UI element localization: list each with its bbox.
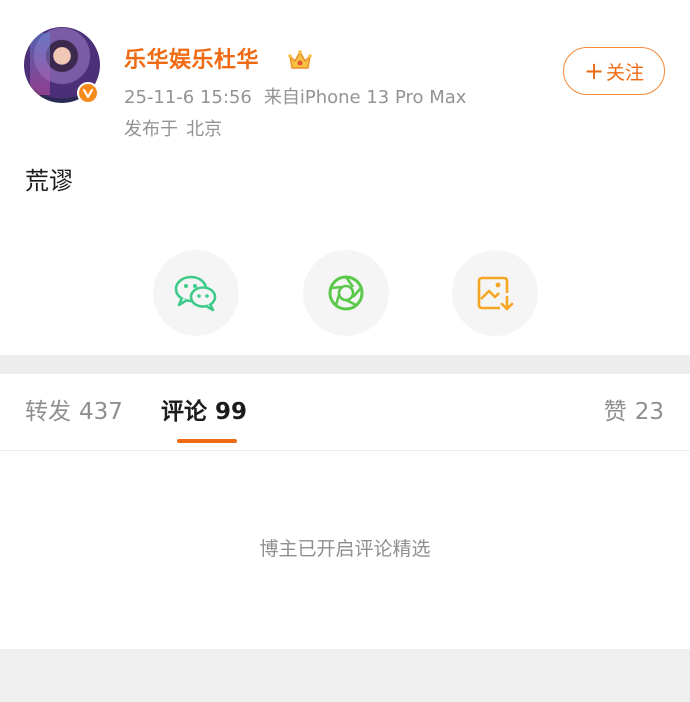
post-meta: 25-11-6 15:56 来自iPhone 13 Pro Max: [124, 84, 466, 112]
tab-likes-count: 23: [634, 399, 664, 425]
bottom-band: [0, 649, 690, 702]
save-image-button[interactable]: [452, 250, 538, 336]
active-tab-indicator: [177, 439, 237, 443]
follow-button[interactable]: + 关注: [563, 47, 665, 95]
post-source: 来自iPhone 13 Pro Max: [263, 87, 467, 108]
tabs-divider: [0, 450, 690, 451]
verified-v-icon: [77, 82, 99, 104]
interaction-tabs: 转发 437 评论 99 赞 23: [0, 374, 690, 450]
section-gap: [0, 355, 690, 374]
location-prefix: 发布于: [124, 119, 178, 140]
crown-icon[interactable]: [287, 47, 313, 73]
post-timestamp: 25-11-6 15:56: [124, 87, 252, 108]
comment-curation-notice: 博主已开启评论精选: [259, 538, 431, 560]
username[interactable]: 乐华娱乐杜华: [124, 46, 259, 76]
follow-label: 关注: [606, 61, 645, 84]
tab-forward-count: 437: [79, 399, 123, 425]
tab-comments[interactable]: 评论 99: [161, 396, 247, 428]
tab-comments-label: 评论: [161, 399, 207, 425]
plus-icon: +: [583, 57, 605, 85]
tab-likes-label: 赞: [603, 399, 627, 425]
tab-comments-count: 99: [215, 399, 248, 425]
tab-likes[interactable]: 赞 23: [604, 396, 664, 428]
share-moments-button[interactable]: [303, 250, 389, 336]
location-name: 北京: [186, 119, 222, 140]
tab-forward-label: 转发: [25, 399, 71, 425]
moments-icon: [328, 275, 364, 311]
tab-forward[interactable]: 转发 437: [25, 396, 123, 428]
share-wechat-button[interactable]: [153, 250, 239, 336]
post-location: 发布于 北京: [124, 116, 222, 144]
save-image-icon: [477, 276, 514, 311]
post-text: 荒谬: [25, 167, 73, 195]
wechat-icon: [174, 275, 217, 312]
post-card: 乐华娱乐杜华 25-11-6 15:56 来自iPhone 13 Pro Max …: [0, 0, 690, 342]
